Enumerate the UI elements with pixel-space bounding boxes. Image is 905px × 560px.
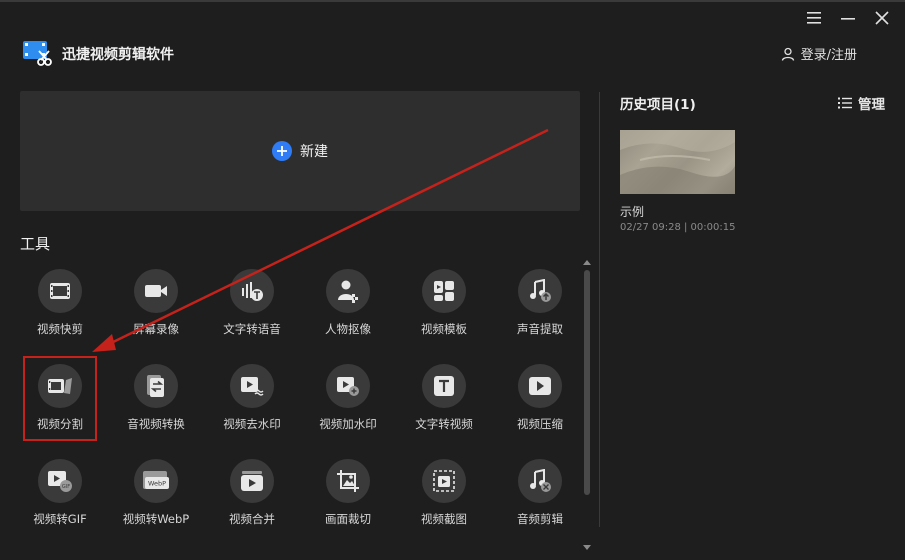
- tool-label: 音视频转换: [127, 417, 185, 431]
- remove-watermark-icon: [241, 377, 264, 396]
- tool-screen-record[interactable]: 屏幕录像: [116, 266, 196, 346]
- video-merge-icon: [241, 471, 263, 491]
- tool-video-compress[interactable]: 视频压缩: [500, 361, 580, 441]
- tool-label: 视频转GIF: [33, 512, 87, 526]
- app-title: 迅捷视频剪辑软件: [62, 47, 174, 63]
- manage-label: 管理: [858, 97, 885, 113]
- camera-icon: [145, 285, 167, 297]
- tool-video-template[interactable]: 视频模板: [404, 266, 484, 346]
- tools-scrollbar[interactable]: [583, 260, 591, 550]
- text-to-video-icon: [434, 376, 454, 396]
- crop-icon: [337, 470, 359, 492]
- user-icon: [781, 47, 794, 61]
- tool-audio-extract[interactable]: 声音提取: [500, 266, 580, 346]
- tool-audio-edit[interactable]: 音频剪辑: [500, 456, 580, 536]
- svg-text:GIF: GIF: [62, 484, 70, 490]
- tool-text-to-speech[interactable]: 文字转语音: [212, 266, 292, 346]
- tool-label: 人物抠像: [325, 322, 371, 336]
- text-to-speech-icon: [242, 282, 263, 301]
- minimize-icon: [841, 18, 855, 20]
- tool-person-cutout[interactable]: 人物抠像: [308, 266, 388, 346]
- scroll-down-arrow-icon[interactable]: [583, 545, 591, 550]
- tool-video-quick-edit[interactable]: 视频快剪: [20, 266, 100, 346]
- tool-label: 视频合并: [229, 512, 275, 526]
- highlight-box: [23, 356, 97, 441]
- tool-label: 视频模板: [421, 322, 467, 336]
- tool-label: 文字转视频: [415, 417, 473, 431]
- new-project-label: 新建: [300, 144, 328, 160]
- menu-button[interactable]: [803, 8, 825, 28]
- plus-icon: [272, 141, 292, 161]
- svg-text:WebP: WebP: [148, 480, 166, 488]
- history-item-meta: 02/27 09:28 | 00:00:15: [620, 222, 736, 233]
- tool-remove-watermark[interactable]: 视频去水印: [212, 361, 292, 441]
- close-icon: [875, 11, 889, 25]
- tool-label: 视频转WebP: [122, 512, 190, 526]
- tool-label: 屏幕录像: [133, 322, 179, 336]
- video-to-webp-icon: WebP: [143, 471, 169, 489]
- close-button[interactable]: [871, 8, 893, 28]
- tool-label: 声音提取: [517, 322, 563, 336]
- tool-label: 音频剪辑: [517, 512, 563, 526]
- tool-video-merge[interactable]: 视频合并: [212, 456, 292, 536]
- login-button[interactable]: 登录/注册: [781, 44, 857, 63]
- history-thumbnail[interactable]: [620, 130, 735, 194]
- audio-extract-icon: [530, 279, 551, 302]
- tool-label: 视频快剪: [37, 322, 83, 336]
- top-strip: [0, 0, 905, 2]
- film-icon: [50, 283, 70, 299]
- video-to-gif-icon: GIF: [48, 471, 72, 492]
- tool-video-to-webp[interactable]: WebP 视频转WebP: [116, 456, 196, 536]
- tool-label: 视频去水印: [223, 417, 281, 431]
- person-cutout-icon: [338, 280, 358, 303]
- tool-crop[interactable]: 画面裁切: [308, 456, 388, 536]
- manage-button[interactable]: 管理: [838, 93, 885, 113]
- scroll-up-arrow-icon[interactable]: [583, 260, 591, 265]
- tool-label: 画面裁切: [325, 512, 371, 526]
- login-label: 登录/注册: [800, 48, 857, 63]
- history-title: 历史项目(1): [620, 97, 696, 113]
- history-item-name: 示例: [620, 205, 645, 219]
- minimize-button[interactable]: [837, 8, 859, 28]
- template-icon: [434, 281, 454, 301]
- add-watermark-icon: [337, 377, 359, 396]
- scroll-thumb[interactable]: [584, 270, 590, 495]
- desert-thumbnail-image: [620, 130, 735, 194]
- tool-video-to-gif[interactable]: GIF 视频转GIF: [20, 456, 100, 536]
- tools-section-title: 工具: [20, 235, 51, 253]
- menu-icon: [807, 12, 821, 24]
- tool-label: 视频加水印: [319, 417, 377, 431]
- window-controls: [803, 8, 893, 28]
- tool-add-watermark[interactable]: 视频加水印: [308, 361, 388, 441]
- tool-label: 文字转语音: [223, 322, 281, 336]
- panel-divider: [599, 92, 600, 527]
- list-icon: [838, 97, 852, 109]
- audio-edit-icon: [530, 469, 551, 492]
- new-project-panel[interactable]: 新建: [20, 91, 580, 211]
- video-compress-icon: [529, 377, 551, 395]
- tool-video-screenshot[interactable]: 视频截图: [404, 456, 484, 536]
- av-convert-icon: [147, 375, 164, 397]
- app-logo-icon: [23, 41, 52, 66]
- tool-label: 视频截图: [421, 512, 467, 526]
- tool-label: 视频压缩: [517, 417, 563, 431]
- tool-text-to-video[interactable]: 文字转视频: [404, 361, 484, 441]
- screenshot-icon: [433, 470, 455, 492]
- tool-av-convert[interactable]: 音视频转换: [116, 361, 196, 441]
